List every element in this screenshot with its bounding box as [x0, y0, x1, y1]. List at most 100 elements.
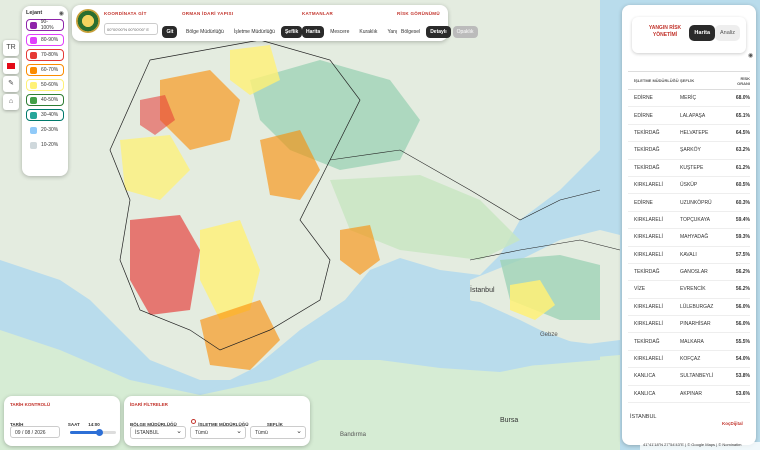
cell-chief: MERİÇ	[680, 95, 697, 102]
risk-management-panel: YANGIN RİSK YÖNETİMİ Harita Analiz İŞLET…	[622, 5, 756, 445]
cell-risk: 53.8%	[735, 373, 750, 380]
cell-risk: 56.0%	[735, 321, 750, 328]
layer-drought[interactable]: Kuraklık	[355, 26, 382, 38]
admin-option-region[interactable]: Bölge Müdürlüğü	[182, 26, 228, 38]
table-row[interactable]: VİZE EVRENCİK 56.2%	[628, 281, 750, 299]
legend-swatch	[30, 111, 37, 119]
risk-detailed[interactable]: Detaylı	[426, 26, 451, 38]
cell-risk: 56.0%	[735, 303, 750, 310]
language-button[interactable]: TR	[3, 40, 19, 56]
region-select[interactable]: İSTANBUL	[130, 426, 186, 439]
cell-risk: 53.6%	[735, 390, 750, 397]
table-row[interactable]: TEKİRDAĞ MALKARA 55.5%	[628, 333, 750, 351]
cell-mgmt: KANLICA	[634, 373, 656, 380]
table-row[interactable]: TEKİRDAĞ KUŞTEPE 61.2%	[628, 160, 750, 177]
flag-icon[interactable]	[3, 58, 19, 74]
cell-risk: 56.2%	[735, 269, 750, 276]
place-bursa: Bursa	[500, 417, 519, 424]
admin-option-mgmt[interactable]: İşletme Müdürlüğü	[229, 26, 279, 38]
legend-item[interactable]: 20-30%	[26, 124, 64, 136]
cell-chief: LÜLEBURGAZ	[680, 303, 714, 310]
cell-mgmt: KIRKLARELİ	[634, 356, 663, 363]
table-row[interactable]: KIRKLARELİ TOPÇUKAYA 59.4%	[628, 212, 750, 230]
cell-mgmt: KIRKLARELİ	[634, 321, 663, 328]
legend-label: 60-70%	[41, 67, 59, 73]
col-chief: ŞEFLİK	[680, 78, 695, 83]
legend-item[interactable]: 60-70%	[26, 64, 64, 76]
tab-map[interactable]: Harita	[689, 25, 716, 41]
risk-regional[interactable]: Bölgesel	[397, 26, 425, 38]
top-toolbar: KOORDİNATA GİT 00°00'00"N 00°00'00" E Gi…	[72, 5, 478, 41]
table-row[interactable]: TEKİRDAĞ HELVATEPE 64.5%	[628, 125, 750, 143]
legend-swatch	[30, 81, 37, 89]
legend-item[interactable]: 80-90%	[26, 34, 64, 46]
admin-option-chief[interactable]: Şeflik	[280, 26, 303, 38]
legend-item[interactable]: 50-60%	[26, 79, 64, 91]
table-row[interactable]: KIRKLARELİ MAHYADAĞ 59.3%	[628, 229, 750, 247]
table-row[interactable]: TEKİRDAĞ ŞARKÖY 63.2%	[628, 142, 750, 160]
cell-risk: 55.5%	[735, 338, 750, 345]
legend-swatch	[30, 51, 37, 59]
cell-risk: 57.5%	[735, 251, 750, 258]
cell-chief: KUŞTEPE	[680, 164, 704, 171]
cell-mgmt: EDİRNE	[634, 95, 653, 102]
cell-chief: KOFÇAZ	[680, 356, 701, 363]
table-row[interactable]: EDİRNE LALAPAŞA 65.1%	[628, 107, 750, 125]
eye-icon[interactable]: ◉	[748, 52, 753, 59]
cell-chief: AKPINAR	[680, 390, 702, 397]
table-row[interactable]: TEKİRDAĞ GANOSLAR 56.2%	[628, 264, 750, 282]
pencil-icon[interactable]: ✎	[3, 76, 19, 92]
cell-mgmt: TEKİRDAĞ	[634, 269, 660, 276]
cell-mgmt: KIRKLARELİ	[634, 234, 663, 241]
time-slider-handle[interactable]	[95, 429, 103, 436]
legend-item[interactable]: 10-20%	[26, 139, 64, 151]
legend-item[interactable]: 90-100%	[26, 19, 64, 31]
cell-chief: EVRENCİK	[680, 286, 706, 293]
table-row[interactable]: KIRKLARELİ PINARHİSAR 56.0%	[628, 316, 750, 334]
date-input[interactable]: 09 / 08 / 2026	[10, 426, 60, 438]
legend-label: 20-30%	[41, 127, 59, 133]
coord-input[interactable]: 00°00'00"N 00°00'00" E	[104, 22, 158, 35]
radio-icon[interactable]	[191, 419, 197, 425]
table-row[interactable]: KANLICA AKPINAR 53.6%	[628, 386, 750, 404]
layer-map[interactable]: Harita	[302, 26, 325, 38]
legend-label: 50-60%	[41, 82, 59, 88]
admin-filters-panel: İDARİ FİLTRELER BÖLGE MÜDÜRLÜĞÜ İŞLETME …	[124, 396, 310, 446]
chief-select[interactable]: Tümü	[250, 426, 306, 439]
mgmt-select[interactable]: Tümü	[190, 426, 246, 439]
table-row[interactable]: KIRKLARELİ KAVALI 57.5%	[628, 247, 750, 264]
legend-label: 70-80%	[41, 52, 59, 58]
layers-section: KATMANLAR Harita Mescere Kuraklık Yangın	[302, 11, 409, 38]
table-row[interactable]: EDİRNE MERİÇ 68.0%	[628, 90, 750, 108]
col-risk: RİSK ORANI	[737, 75, 750, 86]
legend-label: 40-50%	[41, 97, 59, 103]
table-row[interactable]: KANLICA SULTANBEYLİ 53.8%	[628, 368, 750, 386]
risk-opacity[interactable]: Opaklık	[452, 26, 478, 38]
legend-item[interactable]: 30-40%	[26, 109, 64, 121]
legend-swatch	[30, 126, 37, 134]
legend-swatch	[30, 66, 37, 74]
legend-swatch	[30, 96, 37, 104]
time-slider[interactable]	[70, 429, 116, 436]
legend-item[interactable]: 40-50%	[26, 94, 64, 106]
tab-analysis[interactable]: Analiz	[715, 25, 740, 41]
table-row[interactable]: EDİRNE UZUNKÖPRÜ 60.3%	[628, 194, 750, 212]
cell-chief: UZUNKÖPRÜ	[680, 199, 712, 206]
cell-chief: MAHYADAĞ	[680, 234, 709, 241]
legend-item[interactable]: 70-80%	[26, 49, 64, 61]
cell-chief: KAVALI	[680, 251, 697, 258]
legend-label: 10-20%	[41, 142, 59, 148]
coord-go-button[interactable]: Git	[162, 26, 178, 38]
table-row[interactable]: KIRKLARELİ KOFÇAZ 54.0%	[628, 351, 750, 369]
eye-icon[interactable]: ◉	[59, 10, 64, 17]
layer-stand[interactable]: Mescere	[326, 26, 354, 38]
cell-risk: 60.5%	[735, 182, 750, 189]
table-row[interactable]: KIRKLARELİ ÜSKÜP 60.5%	[628, 177, 750, 195]
home-icon[interactable]: ⌂	[3, 94, 19, 110]
cell-risk: 59.3%	[735, 234, 750, 241]
cell-chief: ŞARKÖY	[680, 147, 701, 154]
table-row[interactable]: KIRKLARELİ LÜLEBURGAZ 56.0%	[628, 299, 750, 317]
legend-swatch	[30, 36, 37, 44]
cell-risk: 56.2%	[735, 286, 750, 293]
cell-risk: 63.2%	[735, 147, 750, 154]
